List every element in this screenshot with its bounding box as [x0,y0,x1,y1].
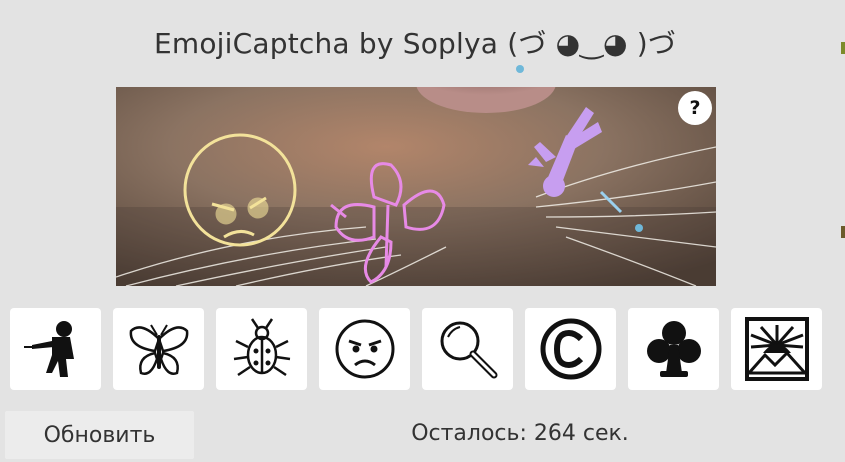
tile-butterfly[interactable] [113,308,204,390]
beetle-icon [233,318,290,377]
tile-magnifying-glass[interactable] [422,308,513,390]
club-suit-icon [646,321,701,377]
tile-beetle[interactable] [216,308,307,390]
captcha-image: ? [116,87,716,286]
tile-copyright[interactable] [525,308,616,390]
decorative-dot [516,65,524,73]
page-title: EmojiCaptcha by Soplya (づ ◕‿◕ )づ [153,27,677,60]
magnifying-glass-icon [440,321,497,379]
copyright-icon [540,318,601,380]
sunrise-mountains-icon [744,317,809,381]
tile-angry-face[interactable] [319,308,410,390]
fencer-icon [23,321,74,377]
refresh-button[interactable]: Обновить [5,411,194,459]
edge-mark [841,226,845,238]
help-button[interactable]: ? [678,91,712,125]
countdown-timer: Осталось: 264 сек. [411,421,629,446]
tile-club-suit[interactable] [628,308,719,390]
edge-mark [841,42,845,54]
tile-sunrise-mountains[interactable] [731,308,822,390]
butterfly-icon [129,324,188,375]
angry-face-icon [335,319,394,379]
tile-fencer[interactable] [10,308,101,390]
